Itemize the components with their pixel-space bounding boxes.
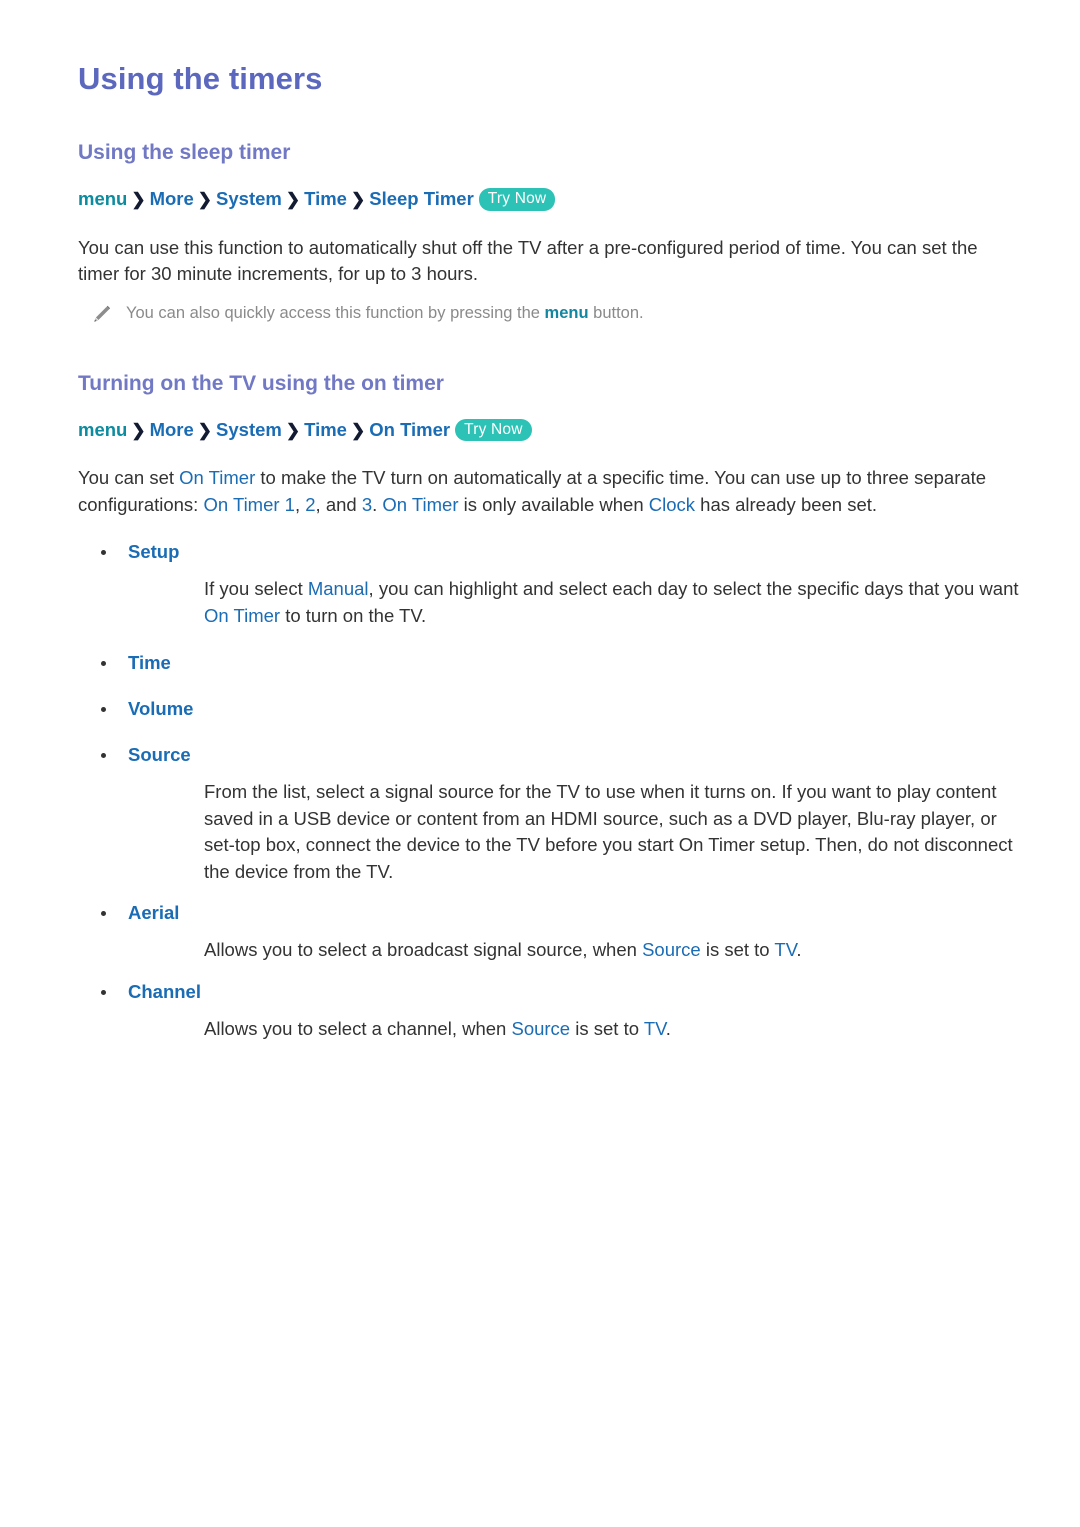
bullet-dot-icon xyxy=(101,989,106,995)
list-item: Channel xyxy=(78,980,1020,1004)
aerial-text: is set to xyxy=(700,939,775,961)
bullet-dot-icon xyxy=(101,707,106,713)
chevron-right-icon: ❯ xyxy=(197,420,213,440)
aerial-text: . xyxy=(796,939,802,961)
bullet-label-setup[interactable]: Setup xyxy=(128,540,179,564)
breadcrumb-item-menu[interactable]: menu xyxy=(78,188,127,209)
bullet-body-channel: Allows you to select a channel, when Sou… xyxy=(204,1016,1020,1042)
breadcrumb-sleep-timer: menu ❯ More ❯ System ❯ Time ❯ Sleep Timer Try Now xyxy=(78,187,1020,212)
bullet-label-volume[interactable]: Volume xyxy=(128,697,193,721)
document-page: Using the timers Using the sleep timer m… xyxy=(0,0,1080,1527)
bullet-label-time[interactable]: Time xyxy=(128,651,171,675)
bullet-dot-icon xyxy=(101,753,106,759)
aerial-highlight-tv: TV xyxy=(774,939,797,961)
bullet-body-source: From the list, select a signal source fo… xyxy=(204,779,1020,885)
chevron-right-icon: ❯ xyxy=(131,190,146,210)
try-now-badge[interactable]: Try Now xyxy=(478,188,556,211)
breadcrumb-item-system[interactable]: System xyxy=(216,188,282,209)
intro-highlight-on-timer: On Timer xyxy=(179,467,256,489)
sleep-timer-description: You can use this function to automatical… xyxy=(78,236,978,285)
chevron-right-icon: ❯ xyxy=(285,420,301,440)
intro-highlight-3: 3 xyxy=(361,493,373,515)
bullet-body-aerial: Allows you to select a broadcast signal … xyxy=(204,937,1020,963)
setup-text: , you can highlight and select each day … xyxy=(368,578,1019,600)
channel-text: is set to xyxy=(570,1017,644,1039)
breadcrumb-item-sleep-timer[interactable]: Sleep Timer xyxy=(369,188,474,209)
intro-highlight-on-timer-1: On Timer 1 xyxy=(203,493,295,515)
section-heading-sleep-timer: Using the sleep timer xyxy=(78,141,291,165)
channel-highlight-tv: TV xyxy=(643,1017,666,1039)
list-item: Source xyxy=(78,743,1020,767)
channel-text: . xyxy=(665,1017,671,1039)
note-sleep-timer: You can also quickly access this functio… xyxy=(90,302,1010,325)
breadcrumb-item-more[interactable]: More xyxy=(150,188,194,209)
intro-highlight-on-timer-2: On Timer xyxy=(382,493,459,515)
aerial-text: Allows you to select a broadcast signal … xyxy=(204,939,643,961)
intro-text: , xyxy=(294,493,306,515)
setup-highlight-manual: Manual xyxy=(307,578,369,600)
channel-description: Allows you to select a channel, when Sou… xyxy=(204,1016,1020,1042)
intro-text: You can set xyxy=(78,467,180,489)
breadcrumb-item-on-timer[interactable]: On Timer xyxy=(369,419,450,440)
chevron-right-icon: ❯ xyxy=(131,420,146,440)
bullet-dot-icon xyxy=(101,661,106,667)
breadcrumb-item-more[interactable]: More xyxy=(150,419,194,440)
intro-text: . xyxy=(372,493,383,515)
source-description: From the list, select a signal source fo… xyxy=(204,781,1013,882)
page-title: Using the timers xyxy=(78,61,323,96)
section-heading-on-timer: Turning on the TV using the on timer xyxy=(78,371,444,395)
chevron-right-icon: ❯ xyxy=(350,190,366,210)
channel-text: Allows you to select a channel, when xyxy=(204,1017,512,1039)
breadcrumb-on-timer: menu ❯ More ❯ System ❯ Time ❯ On Timer Try Now xyxy=(78,418,1020,443)
note-text-after: button. xyxy=(588,303,644,322)
intro-highlight-clock: Clock xyxy=(648,493,696,515)
bullet-label-channel[interactable]: Channel xyxy=(128,980,201,1004)
bullet-body-setup: If you select Manual, you can highlight … xyxy=(204,576,1020,629)
channel-highlight-source: Source xyxy=(511,1017,571,1039)
intro-text: has already been set. xyxy=(695,493,878,515)
setup-text: If you select xyxy=(204,578,308,600)
note-text-before: You can also quickly access this functio… xyxy=(126,303,545,322)
breadcrumb-item-time[interactable]: Time xyxy=(304,419,347,440)
setup-description: If you select Manual, you can highlight … xyxy=(204,576,1020,629)
aerial-description: Allows you to select a broadcast signal … xyxy=(204,937,1020,963)
note-text: You can also quickly access this functio… xyxy=(126,302,644,325)
breadcrumb-item-menu[interactable]: menu xyxy=(78,419,127,440)
bullet-label-aerial[interactable]: Aerial xyxy=(128,901,179,925)
chevron-right-icon: ❯ xyxy=(197,190,213,210)
list-item: Aerial xyxy=(78,901,1020,925)
list-item: Volume xyxy=(78,697,1020,721)
breadcrumb-item-time[interactable]: Time xyxy=(304,188,347,209)
pencil-icon xyxy=(90,304,112,326)
list-item: Setup xyxy=(78,540,1020,564)
try-now-badge[interactable]: Try Now xyxy=(455,418,532,442)
setup-highlight-on-timer: On Timer xyxy=(204,604,281,626)
intro-text: is only available when xyxy=(458,493,649,515)
setup-text: to turn on the TV. xyxy=(280,604,427,626)
intro-text: , and xyxy=(315,493,362,515)
chevron-right-icon: ❯ xyxy=(350,420,366,440)
on-timer-description: You can set On Timer to make the TV turn… xyxy=(78,465,1008,518)
chevron-right-icon: ❯ xyxy=(285,190,301,210)
list-item: Time xyxy=(78,651,1020,675)
breadcrumb-item-system[interactable]: System xyxy=(216,419,282,440)
intro-highlight-2: 2 xyxy=(305,493,316,515)
bullet-dot-icon xyxy=(101,550,106,556)
note-highlight-menu: menu xyxy=(544,303,589,322)
aerial-highlight-source: Source xyxy=(642,939,701,961)
bullet-label-source[interactable]: Source xyxy=(128,743,191,767)
bullet-dot-icon xyxy=(101,911,106,917)
